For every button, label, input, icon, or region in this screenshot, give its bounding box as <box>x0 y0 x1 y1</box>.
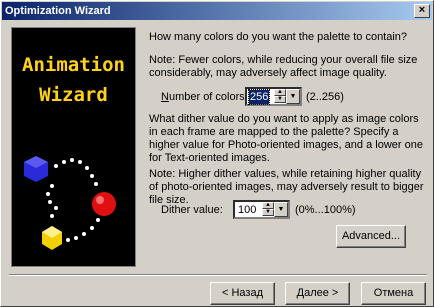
spin-down-icon[interactable]: ▼ <box>274 96 286 103</box>
number-of-colors-combobox[interactable]: 256 ▲ ▼ ▼ <box>245 87 302 106</box>
dither-value-value[interactable]: 100 <box>237 203 257 217</box>
colors-question: How many colors do you want the palette … <box>149 31 408 43</box>
red-ball-icon <box>92 192 116 216</box>
title-bar: Optimization Wizard × <box>2 2 432 20</box>
cancel-button[interactable]: Отмена <box>361 282 426 305</box>
number-of-colors-range: (2..256) <box>306 91 344 103</box>
chevron-down-icon[interactable]: ▼ <box>274 202 288 217</box>
dither-value-combobox[interactable]: 100 ▲ ▼ ▼ <box>233 200 290 219</box>
banner-title: Animation Wizard <box>12 50 135 110</box>
dither-question: What dither value do you want to apply a… <box>149 113 423 164</box>
colors-note: Note: Fewer colors, while reducing your … <box>149 54 418 79</box>
number-of-colors-spinner[interactable]: ▲ ▼ <box>274 89 286 104</box>
dither-value-label: Dither value: <box>161 204 223 216</box>
spin-down-icon[interactable]: ▼ <box>262 209 274 216</box>
button-separator <box>9 274 427 276</box>
back-button[interactable]: < Назад <box>210 282 275 305</box>
optimization-wizard-window: Optimization Wizard × Animation Wizard H… <box>0 0 434 307</box>
number-of-colors-value[interactable]: 256 <box>247 89 271 105</box>
red-ball-highlight <box>96 196 104 204</box>
banner-title-line1: Animation <box>22 54 125 76</box>
juggling-shapes-illustration <box>24 156 116 250</box>
dither-value-range: (0%...100%) <box>295 204 356 216</box>
window-title: Optimization Wizard <box>5 5 111 17</box>
chevron-down-icon[interactable]: ▼ <box>286 89 300 104</box>
advanced-button[interactable]: Advanced... <box>336 225 406 248</box>
next-button[interactable]: Далее > <box>285 282 350 305</box>
dither-value-spinner[interactable]: ▲ ▼ <box>262 202 274 217</box>
spin-up-icon[interactable]: ▲ <box>274 89 286 96</box>
banner-title-line2: Wizard <box>39 84 108 106</box>
close-icon[interactable]: × <box>414 4 430 18</box>
number-of-colors-label: Number of colors: <box>161 91 248 103</box>
wizard-banner: Animation Wizard <box>11 27 136 267</box>
spin-up-icon[interactable]: ▲ <box>262 202 274 209</box>
